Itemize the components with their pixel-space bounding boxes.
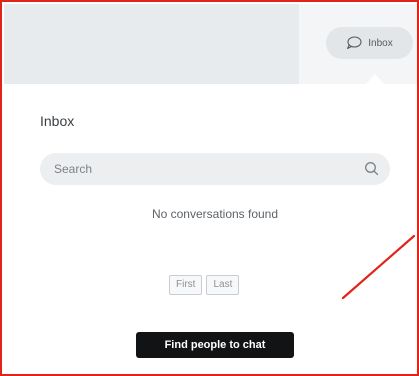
find-people-button[interactable]: Find people to chat [136, 332, 294, 358]
speech-bubble-icon [346, 36, 362, 50]
first-page-button[interactable]: First [169, 275, 203, 295]
panel-title: Inbox [40, 113, 75, 129]
screenshot-frame: Inbox Inbox No conversations found First… [0, 0, 419, 376]
last-page-button[interactable]: Last [206, 275, 240, 295]
empty-state-message: No conversations found [151, 207, 279, 221]
search-icon[interactable] [363, 160, 381, 178]
inbox-button[interactable]: Inbox [326, 27, 413, 59]
dropdown-pointer [366, 74, 384, 84]
pagination: First Last [169, 275, 240, 295]
inbox-button-label: Inbox [368, 37, 393, 49]
search-input[interactable] [40, 153, 390, 185]
